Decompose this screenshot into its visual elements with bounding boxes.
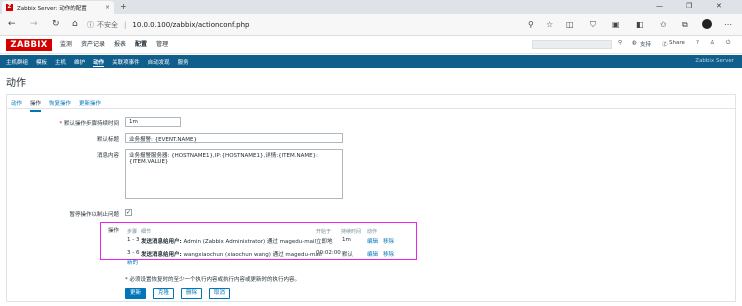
ops-header-steps: 步骤 <box>127 229 138 235</box>
insecure-label: 不安全 <box>97 21 118 29</box>
form-tabs: 动作 操作 恢复操作 更新操作 <box>11 99 109 112</box>
submenu-templates[interactable]: 模板 <box>36 58 47 67</box>
extensions-icon[interactable]: ⧉ <box>682 20 688 30</box>
top-menu: 监测 资产记录 报表 配置 管理 <box>60 40 177 49</box>
back-icon[interactable]: ← <box>8 19 16 29</box>
browser-tab[interactable]: Z Zabbix Server: 动作的配置 × <box>2 1 114 14</box>
tab-action[interactable]: 动作 <box>11 99 22 112</box>
support-link[interactable]: 支持 <box>640 40 651 48</box>
ops-header-action: 动作 <box>367 229 378 235</box>
tabs-divider <box>7 108 735 109</box>
ops-row1-steps: 1 - 3 <box>127 237 140 243</box>
message-label: 消息内容 <box>96 153 119 159</box>
ops-row2-duration: 默认 <box>342 252 354 258</box>
ops-row2-steps: 3 - 6 <box>127 250 140 256</box>
update-button[interactable]: 更新 <box>125 288 147 299</box>
ops-row2-remove-link[interactable]: 移除 <box>383 250 394 258</box>
pause-checkbox[interactable]: ✓ <box>125 209 132 216</box>
submenu-host-groups[interactable]: 主机群组 <box>6 58 28 67</box>
message-line-1: 业务报警服务器: {HOSTNAME1},IP:{HOSTNAME1},详情:{… <box>129 153 318 159</box>
menu-reports[interactable]: 报表 <box>114 40 126 49</box>
menu-administration[interactable]: 管理 <box>156 40 168 49</box>
ops-row1-duration: 1m <box>342 237 351 243</box>
minimize-icon[interactable]: — <box>656 2 663 10</box>
tab-update-operations[interactable]: 更新操作 <box>79 99 101 112</box>
tab-operations[interactable]: 操作 <box>30 99 42 112</box>
sign-out-icon[interactable]: ⏻ <box>726 40 730 47</box>
submenu-actions[interactable]: 动作 <box>93 58 105 67</box>
url-text: 10.0.0.100/zabbix/actionconf.php <box>132 21 250 29</box>
subject-input[interactable]: 业务报警: {EVENT.NAME} <box>125 133 343 143</box>
url-separator: | <box>124 21 127 29</box>
page-title: 动作 <box>6 78 26 89</box>
browser-tabstrip: Z Zabbix Server: 动作的配置 × + — ❐ ✕ <box>0 0 742 14</box>
favorite-star-icon[interactable]: ☆ <box>546 20 553 29</box>
ops-row2-detail: 发送消息给用户: wangxiaochun (xiaochun wang) 通过… <box>141 252 322 258</box>
ops-row1-remove-link[interactable]: 移除 <box>383 237 394 245</box>
close-tab-icon[interactable]: × <box>105 4 110 11</box>
shield-icon[interactable]: ⛉ <box>590 20 596 30</box>
step-duration-label: * 默认操作步骤持续时间 <box>59 121 119 127</box>
cancel-button[interactable]: 取消 <box>209 288 231 299</box>
delete-button[interactable]: 删除 <box>181 288 203 299</box>
new-operation-link[interactable]: 新的 <box>127 258 138 266</box>
subject-label: 默认标题 <box>96 137 119 143</box>
close-window-icon[interactable]: ✕ <box>716 2 722 10</box>
message-line-2: {ITEM.VALUE} <box>129 159 169 165</box>
search-input[interactable] <box>532 40 612 49</box>
support-icon[interactable]: ◍ <box>632 40 637 46</box>
zabbix-header: ZABBIX 监测 资产记录 报表 配置 管理 ⚲ ◍ 支持 Ⓩ Share ?… <box>0 36 742 54</box>
action-form-panel: 动作 操作 恢复操作 更新操作 * 默认操作步骤持续时间 1m 默认标题 业务报… <box>6 94 736 302</box>
ops-row1-start: 立即地 <box>316 239 333 245</box>
ops-header-start: 开始于 <box>316 229 332 235</box>
requirement-note: * 必须设置恢复时的至少一个执行内容或执行内容或更新时的执行内容。 <box>125 277 301 283</box>
split-icon[interactable]: ◧ <box>636 20 644 29</box>
clone-button[interactable]: 克隆 <box>153 288 175 299</box>
zoom-icon[interactable]: ⚲ <box>528 20 534 29</box>
address-bar-row: ← → ↻ ⌂ ⓘ 不安全 | 10.0.0.100/zabbix/action… <box>0 14 742 36</box>
sub-navigation: 主机群组 模板 主机 维护 动作 关联项事件 自动发现 服务 Zabbix Se… <box>0 55 742 68</box>
submenu-services[interactable]: 服务 <box>178 58 189 67</box>
reading-icon[interactable]: ◫ <box>566 20 574 29</box>
home-icon[interactable]: ⌂ <box>72 19 78 29</box>
ops-row1-edit-link[interactable]: 编辑 <box>367 237 378 245</box>
ops-row1-detail: 发送消息给用户: Admin (Zabbix Administrator) 通过… <box>141 239 317 245</box>
forward-icon[interactable]: → <box>30 19 38 29</box>
server-name: Zabbix Server <box>695 58 734 64</box>
help-link[interactable]: ? <box>696 40 699 46</box>
menu-inventory[interactable]: 资产记录 <box>81 40 105 49</box>
ops-header-details: 细节 <box>141 229 152 235</box>
menu-configuration[interactable]: 配置 <box>135 40 147 49</box>
tab-title: Zabbix Server: 动作的配置 <box>17 5 87 12</box>
ops-row2-edit-link[interactable]: 编辑 <box>367 250 378 258</box>
maximize-icon[interactable]: ❐ <box>686 2 692 10</box>
step-duration-input[interactable]: 1m <box>125 117 181 127</box>
more-menu-icon[interactable]: ⋯ <box>724 20 732 29</box>
info-icon: ⓘ <box>87 21 94 29</box>
submenu-hosts[interactable]: 主机 <box>55 58 66 67</box>
menu-monitoring[interactable]: 监测 <box>60 40 72 49</box>
zabbix-logo[interactable]: ZABBIX <box>6 39 52 51</box>
pause-label: 暂停操作以制止问题 <box>69 212 119 218</box>
share-icon[interactable]: Ⓩ <box>662 40 668 48</box>
submenu-discovery[interactable]: 自动发现 <box>148 58 170 67</box>
zabbix-favicon: Z <box>6 4 13 11</box>
favorites-bar-icon[interactable]: ✩ <box>660 20 667 29</box>
tab-recovery-operations[interactable]: 恢复操作 <box>49 99 71 112</box>
ops-header-duration: 持续时间 <box>341 229 362 235</box>
profile-avatar[interactable] <box>702 19 712 29</box>
submenu-event-correlation[interactable]: 关联项事件 <box>112 58 140 67</box>
url-field[interactable]: ⓘ 不安全 | 10.0.0.100/zabbix/actionconf.php <box>87 18 527 32</box>
message-textarea[interactable]: 业务报警服务器: {HOSTNAME1},IP:{HOSTNAME1},详情:{… <box>125 149 343 199</box>
user-profile-icon[interactable]: ♙ <box>710 40 715 46</box>
operations-label: 操作 <box>107 228 119 234</box>
share-link[interactable]: Share <box>669 40 685 46</box>
submenu-maintenance[interactable]: 维护 <box>74 58 85 67</box>
search-icon[interactable]: ⚲ <box>618 40 622 46</box>
collections-icon[interactable]: ▣ <box>612 20 620 29</box>
new-tab-icon[interactable]: + <box>120 2 127 11</box>
refresh-icon[interactable]: ↻ <box>52 19 60 29</box>
ops-row2-start: 00:02:00 <box>316 250 341 256</box>
